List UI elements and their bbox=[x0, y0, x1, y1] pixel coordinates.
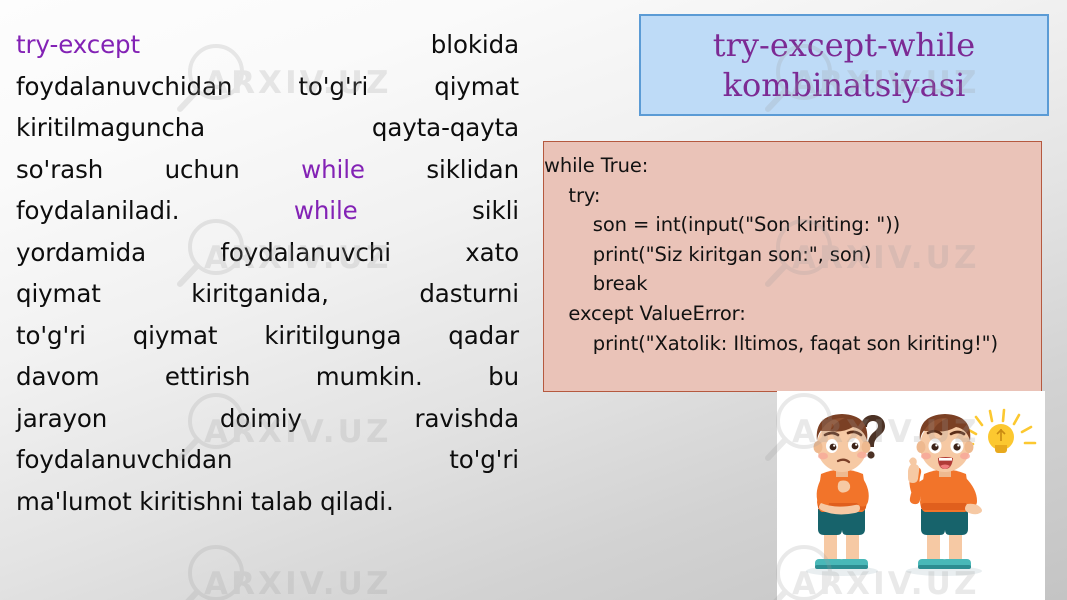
code-text: while True: try: son = int(input("Son ki… bbox=[544, 154, 999, 355]
body-line: foydalanuvchidan to'g'ri bbox=[16, 439, 519, 481]
body-text-run: foydalanuvchidan to'g'ri qiymat bbox=[16, 71, 519, 101]
body-text-run: foydalanuvchidan to'g'ri bbox=[16, 445, 519, 474]
body-text-run: foydalaniladi. bbox=[16, 196, 294, 225]
body-text-run: to'g'ri qiymat kiritilgunga qadar bbox=[16, 320, 519, 350]
body-line: jarayon doimiy ravishda bbox=[16, 398, 519, 440]
body-line: davom ettirish mumkin. bu bbox=[16, 356, 519, 398]
page-title: try-except-while kombinatsiyasi bbox=[712, 26, 976, 104]
body-text-run: sikli bbox=[357, 196, 520, 225]
body-text-run: davom ettirish mumkin. bu bbox=[16, 362, 519, 391]
body-text-run: yordamida foydalanuvchi xato bbox=[16, 237, 519, 267]
body-line: try-except blokida bbox=[16, 24, 519, 66]
body-line: yordamida foydalanuvchi xato bbox=[16, 232, 519, 274]
body-text-run: ma'lumot kiritishni talab qiladi. bbox=[16, 486, 394, 516]
body-text-run: so'rash uchun bbox=[16, 154, 302, 184]
body-text-run: jarayon doimiy ravishda bbox=[16, 403, 519, 433]
code-keyword: while bbox=[293, 196, 358, 225]
title-box: try-except-while kombinatsiyasi bbox=[639, 14, 1049, 116]
code-block: while True: try: son = int(input("Son ki… bbox=[543, 141, 1042, 392]
illustration-two-boys bbox=[777, 391, 1045, 600]
code-keyword: try-except bbox=[16, 30, 141, 59]
body-line: to'g'ri qiymat kiritilgunga qadar bbox=[16, 315, 519, 357]
body-line: foydalanuvchidan to'g'ri qiymat bbox=[16, 66, 519, 108]
magnifier-icon bbox=[185, 545, 244, 600]
body-text-run: blokida bbox=[140, 30, 519, 59]
body-line: foydalaniladi. while sikli bbox=[16, 190, 519, 232]
code-keyword: while bbox=[301, 154, 365, 184]
body-text-run: kiritilmaguncha qayta-qayta bbox=[16, 113, 519, 142]
body-text-run: siklidan bbox=[364, 154, 519, 184]
body-line: qiymat kiritganida, dasturni bbox=[16, 273, 519, 315]
body-paragraph: try-except blokida foydalanuvchidan to'g'… bbox=[16, 24, 519, 522]
watermark-arxiv: ARXIV.UZ bbox=[172, 545, 392, 600]
body-text-run: qiymat kiritganida, dasturni bbox=[16, 279, 519, 308]
body-line: ma'lumot kiritishni talab qiladi. bbox=[16, 481, 519, 523]
slide-canvas: try-except blokida foydalanuvchidan to'g'… bbox=[0, 0, 1067, 600]
watermark-text: ARXIV.UZ bbox=[204, 566, 392, 600]
body-line: so'rash uchun while siklidan bbox=[16, 149, 519, 191]
body-line: kiritilmaguncha qayta-qayta bbox=[16, 107, 519, 149]
